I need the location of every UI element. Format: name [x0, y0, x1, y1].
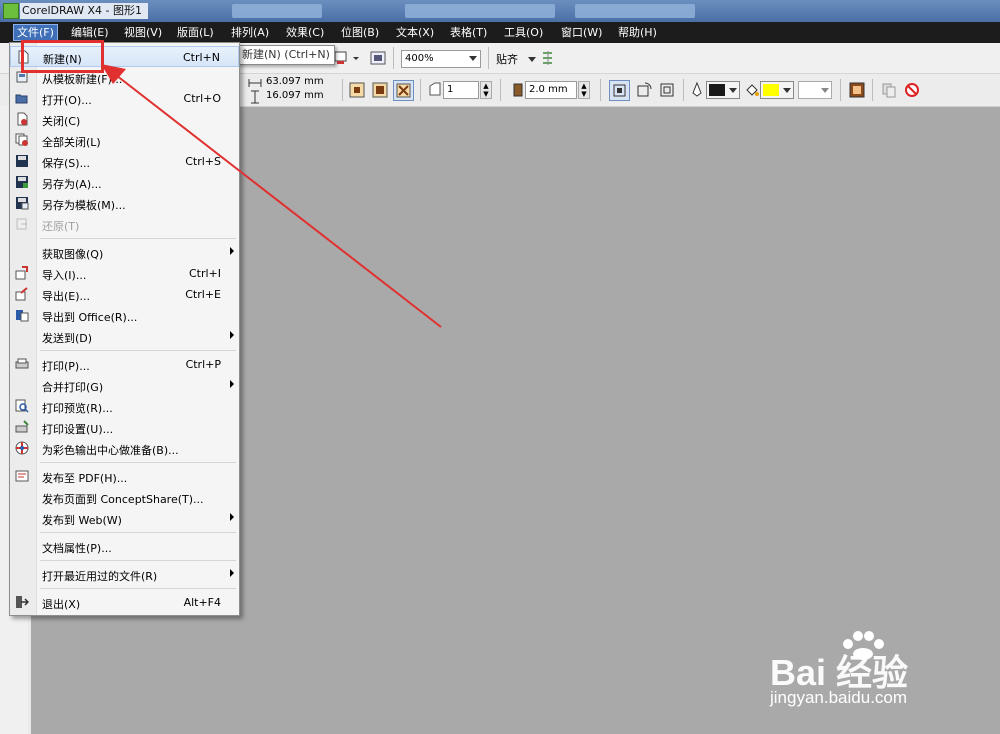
watermark-url: jingyan.baidu.com	[770, 688, 908, 707]
annotation-arrow-icon	[101, 64, 442, 328]
baidu-jingyan-watermark: Bai 经验 jingyan.baidu.com	[770, 630, 970, 710]
